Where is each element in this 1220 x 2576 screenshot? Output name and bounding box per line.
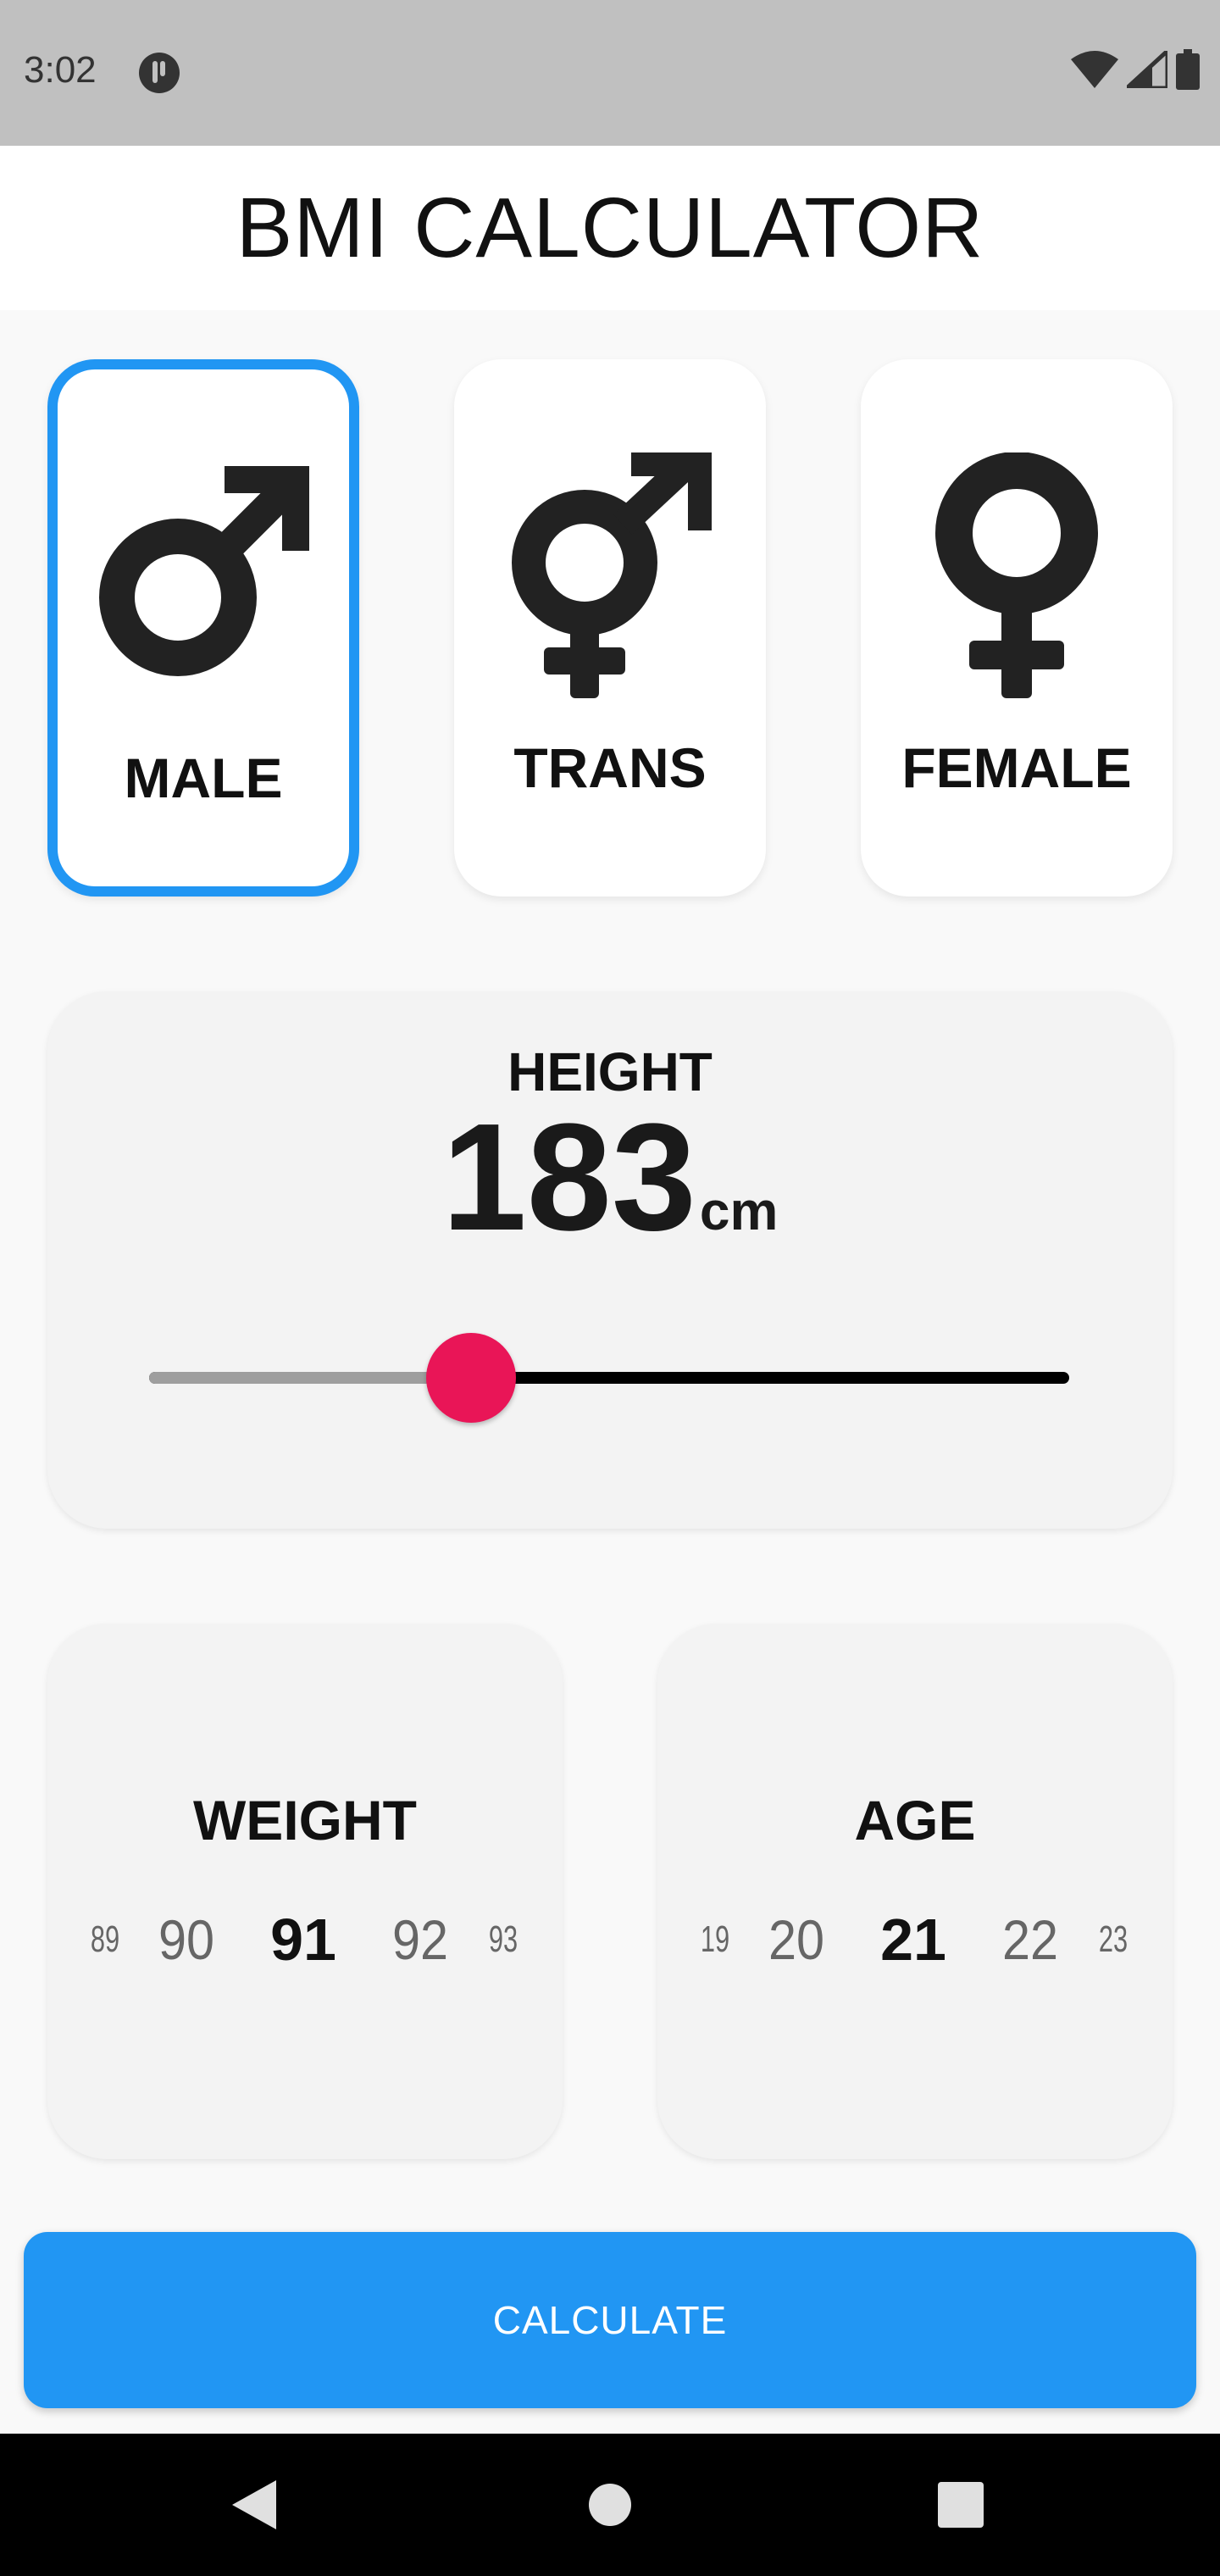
slider-track-active bbox=[149, 1372, 472, 1384]
height-card: HEIGHT 183 cm bbox=[47, 991, 1173, 1529]
weight-card: WEIGHT 89 90 91 92 93 bbox=[47, 1624, 563, 2159]
home-icon[interactable] bbox=[588, 2483, 632, 2527]
transgender-symbol-icon bbox=[512, 452, 712, 698]
gender-label-trans: TRANS bbox=[513, 736, 707, 799]
app-title: BMI CALCULATOR bbox=[236, 180, 984, 275]
status-bar: 3:02 bbox=[0, 0, 1220, 146]
navigation-bar bbox=[0, 2434, 1220, 2576]
app-notification-icon bbox=[139, 53, 180, 93]
age-option[interactable]: 20 bbox=[768, 1893, 824, 1986]
status-time: 3:02 bbox=[24, 49, 97, 91]
age-picker[interactable]: 19 20 21 22 23 bbox=[657, 1893, 1173, 1986]
height-slider[interactable] bbox=[149, 1333, 1069, 1423]
cellular-signal-icon bbox=[1127, 51, 1167, 88]
battery-icon bbox=[1176, 49, 1200, 90]
age-card: AGE 19 20 21 22 23 bbox=[657, 1624, 1173, 2159]
gender-card-male[interactable]: MALE bbox=[47, 359, 359, 897]
height-unit: cm bbox=[699, 1180, 779, 1241]
weight-option[interactable]: 90 bbox=[158, 1893, 214, 1986]
recents-icon[interactable] bbox=[938, 2482, 984, 2528]
age-option[interactable]: 22 bbox=[1002, 1893, 1058, 1986]
height-value-row: 183 cm bbox=[47, 1102, 1173, 1254]
age-label: AGE bbox=[854, 1789, 976, 1852]
weight-picker[interactable]: 89 90 91 92 93 bbox=[47, 1893, 563, 1986]
male-symbol-icon bbox=[99, 466, 309, 676]
weight-option[interactable]: 89 bbox=[91, 1893, 119, 1986]
weight-option-selected[interactable]: 91 bbox=[270, 1893, 336, 1986]
status-icons bbox=[1071, 49, 1200, 90]
female-symbol-icon bbox=[935, 452, 1098, 698]
weight-label: WEIGHT bbox=[193, 1789, 417, 1852]
gender-card-female[interactable]: FEMALE bbox=[861, 359, 1173, 897]
age-option-selected[interactable]: 21 bbox=[880, 1893, 946, 1986]
app-bar: BMI CALCULATOR bbox=[0, 146, 1220, 310]
slider-thumb[interactable] bbox=[426, 1333, 517, 1423]
weight-option[interactable]: 93 bbox=[489, 1893, 518, 1986]
height-value: 183 bbox=[441, 1092, 696, 1263]
calculate-button[interactable]: CALCULATE bbox=[24, 2232, 1196, 2408]
back-icon[interactable] bbox=[232, 2480, 276, 2529]
gender-card-trans[interactable]: TRANS bbox=[454, 359, 766, 897]
gender-label-male: MALE bbox=[124, 747, 283, 809]
gender-label-female: FEMALE bbox=[901, 736, 1132, 799]
weight-option[interactable]: 92 bbox=[392, 1893, 448, 1986]
age-option[interactable]: 19 bbox=[701, 1893, 729, 1986]
age-option[interactable]: 23 bbox=[1099, 1893, 1128, 1986]
wifi-icon bbox=[1071, 51, 1118, 88]
